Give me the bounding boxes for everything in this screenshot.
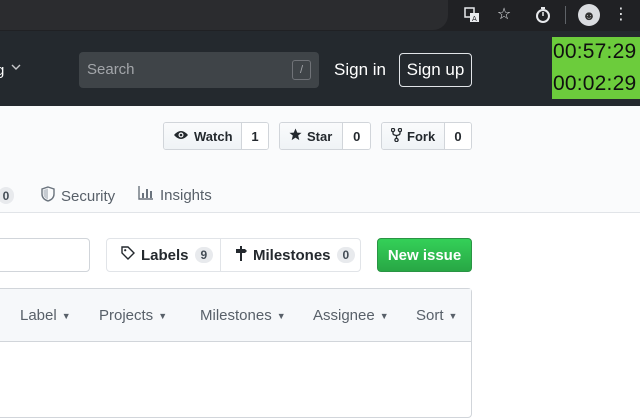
graph-icon	[138, 186, 154, 204]
caret-down-icon: ▼	[61, 310, 71, 321]
milestones-filter-dropdown[interactable]: Milestones ▼	[200, 307, 286, 324]
watch-button[interactable]: Watch	[164, 123, 242, 149]
labels-count: 9	[194, 247, 214, 263]
sort-filter-text: Sort	[416, 307, 444, 324]
timer-line-1: 00:57:29	[553, 40, 637, 63]
search-shortcut-key: /	[292, 60, 311, 80]
tab-insights[interactable]: Insights	[138, 186, 212, 204]
milestone-icon	[235, 245, 247, 265]
sign-up-button[interactable]: Sign up	[399, 53, 472, 87]
fork-button[interactable]: Fork	[382, 123, 445, 149]
milestones-filter-text: Milestones	[200, 307, 272, 324]
star-filled-icon	[289, 128, 302, 144]
star-button[interactable]: Star	[280, 123, 344, 149]
fork-count[interactable]: 0	[445, 123, 471, 149]
label-filter-text: Label	[20, 307, 57, 324]
tab-insights-label: Insights	[160, 186, 212, 204]
watch-button-group: Watch 1	[163, 122, 269, 150]
watch-label: Watch	[194, 128, 233, 144]
labels-label: Labels	[141, 246, 189, 264]
timer-overlay: 00:57:29 00:02:29	[552, 37, 640, 99]
toolbar-separator	[565, 6, 566, 24]
more-vert-icon[interactable]: ⋮	[611, 5, 631, 25]
org-name-fragment[interactable]: g	[0, 62, 4, 79]
assignee-filter-text: Assignee	[313, 307, 375, 324]
sign-in-link[interactable]: Sign in	[334, 60, 386, 80]
fork-button-group: Fork 0	[381, 122, 472, 150]
star-button-group: Star 0	[279, 122, 371, 150]
tag-icon	[121, 246, 135, 264]
star-label: Star	[307, 128, 333, 144]
star-icon[interactable]: ☆	[494, 5, 514, 25]
translate-icon[interactable]: A	[462, 5, 482, 25]
new-issue-button[interactable]: New issue	[377, 238, 472, 272]
star-count[interactable]: 0	[343, 123, 370, 149]
labels-link[interactable]: Labels 9	[107, 239, 220, 271]
caret-down-icon: ▼	[158, 310, 168, 321]
milestones-count: 0	[336, 247, 356, 263]
fork-label: Fork	[407, 128, 436, 144]
labels-milestones-nav: Labels 9 Milestones 0	[106, 238, 361, 272]
stopwatch-icon[interactable]	[533, 5, 553, 25]
projects-filter-dropdown[interactable]: Projects ▼	[99, 307, 167, 324]
chevron-down-icon[interactable]	[10, 61, 22, 76]
timer-line-2: 00:02:29	[553, 72, 637, 95]
tab-security[interactable]: Security	[41, 186, 115, 206]
issues-filter-input[interactable]	[0, 238, 90, 272]
caret-down-icon: ▼	[448, 310, 458, 321]
svg-text:A: A	[472, 15, 477, 23]
milestones-label: Milestones	[253, 246, 331, 264]
fork-icon	[390, 127, 403, 145]
shield-icon	[41, 186, 55, 206]
caret-down-icon: ▼	[276, 310, 286, 321]
search-placeholder: Search	[87, 61, 135, 78]
milestones-link[interactable]: Milestones 0	[220, 239, 369, 271]
caret-down-icon: ▼	[379, 310, 389, 321]
assignee-filter-dropdown[interactable]: Assignee ▼	[313, 307, 389, 324]
eye-icon	[173, 129, 189, 144]
address-bar[interactable]	[0, 0, 448, 30]
watch-count[interactable]: 1	[242, 123, 268, 149]
sort-filter-dropdown[interactable]: Sort ▼	[416, 307, 457, 324]
label-filter-dropdown[interactable]: Label ▼	[20, 307, 71, 324]
tab-security-label: Security	[61, 187, 116, 205]
projects-filter-text: Projects	[99, 307, 154, 324]
avatar-icon[interactable]: ☻	[578, 4, 600, 26]
